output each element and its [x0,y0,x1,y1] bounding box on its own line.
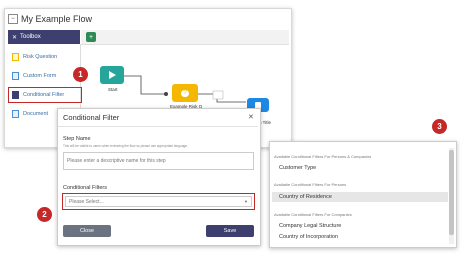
option-country-of-residence[interactable]: Country of Residence [272,192,448,202]
step-name-hint: This will be visible to users when revie… [63,144,188,148]
example-risk-node[interactable]: ? [172,84,198,102]
close-icon[interactable]: ✕ [248,113,254,121]
dropdown-scrollbar-thumb[interactable] [449,150,454,235]
option-company-legal-structure[interactable]: Company Legal Structure [272,221,448,231]
modal-divider [58,126,258,127]
play-icon [108,71,116,79]
toolbox-item-label: Custom Form [23,73,57,79]
option-country-of-incorporation[interactable]: Country of Incorporation [272,232,448,242]
close-button[interactable]: Close [63,225,111,237]
toolbox-item-label: Risk Question [23,54,58,60]
tools-icon: ✕ [12,34,18,41]
save-button[interactable]: Save [206,225,254,237]
question-bubble-icon: ? [181,89,189,97]
highlight-box-toolbox [8,87,82,103]
callout-2: 2 [37,207,52,222]
step-name-input[interactable]: Please enter a descriptive name for this… [63,152,254,170]
start-node[interactable] [100,66,124,84]
modal-title: Conditional Filter [63,113,120,122]
collapse-icon[interactable]: − [8,14,18,24]
highlight-box-select [62,193,255,210]
form-icon [12,72,19,80]
dropdown-group-header: Available Conditional Filters For Compan… [274,212,352,217]
document-icon [12,110,19,118]
conditional-filters-label: Conditional Filters [63,185,108,191]
toolbox-item-custom-form[interactable]: Custom Form [12,70,56,82]
window-title-bar: − My Example Flow [4,9,92,29]
canvas-toolbar [81,30,289,45]
toolbox-header: ✕ Toolbox [8,30,80,44]
question-icon [12,53,19,61]
window-title: My Example Flow [21,14,93,24]
callout-3: 3 [432,119,447,134]
option-customer-type[interactable]: Customer Type [272,163,448,173]
add-icon[interactable]: + [86,32,96,42]
dropdown-group-header: Available Conditional Filters For Person… [274,154,372,159]
dropdown-group-header: Available Conditional Filters For Person… [274,182,347,187]
toolbox-item-risk-question[interactable]: Risk Question [12,51,57,63]
step-name-label: Step Name [63,136,91,142]
start-node-label: Start [108,87,118,92]
toolbox-title: Toolbox [20,34,41,40]
toolbox-item-document[interactable]: Document [12,108,48,120]
toolbox-item-label: Document [23,111,49,117]
